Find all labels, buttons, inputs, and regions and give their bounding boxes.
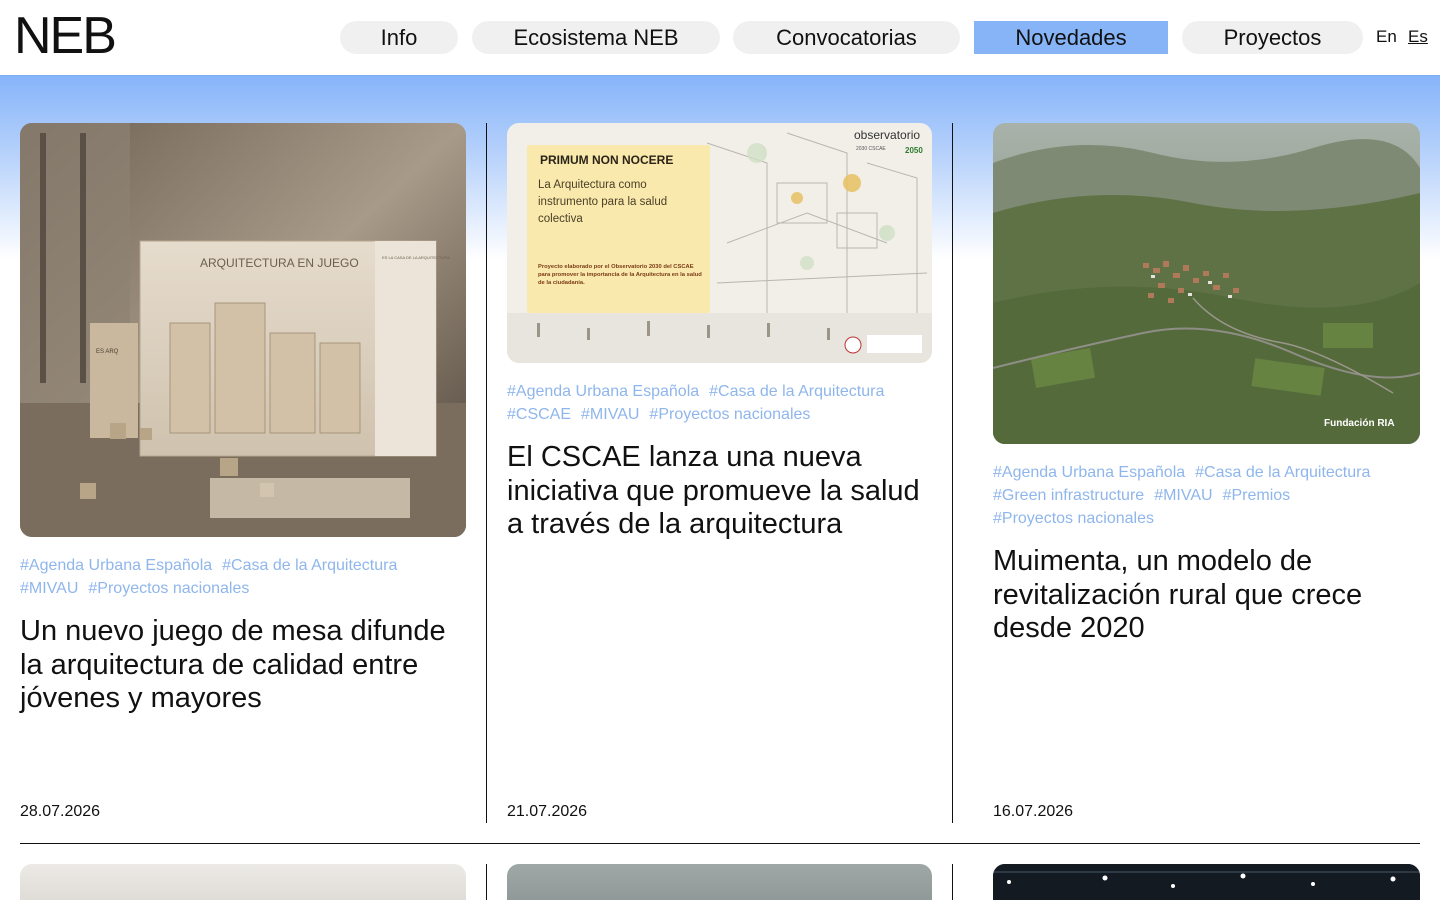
tag[interactable]: #Casa de la Arquitectura <box>709 380 884 403</box>
card-tags: #Agenda Urbana Española #Casa de la Arqui… <box>20 554 466 600</box>
site-header: NEB Info Ecosistema NEB Convocatorias No… <box>0 0 1440 75</box>
column-divider <box>952 864 953 900</box>
primum-poster: PRIMUM NON NOCERE La Arquitectura como i… <box>507 123 932 363</box>
tag[interactable]: #Green infrastructure <box>993 484 1144 507</box>
tag[interactable]: #MIVAU <box>581 403 639 426</box>
card-date: 21.07.2026 <box>507 803 588 820</box>
observatorio-logo: observatorio <box>854 128 920 142</box>
box-title-text: ARQUITECTURA EN JUEGO <box>200 256 359 270</box>
tag[interactable]: #Premios <box>1223 484 1291 507</box>
tag[interactable]: #Agenda Urbana Española <box>20 554 212 577</box>
column-divider <box>486 864 487 900</box>
poster-heading: PRIMUM NON NOCERE <box>540 153 673 167</box>
card-title[interactable]: Un nuevo juego de mesa difunde la arquit… <box>20 615 466 716</box>
nav-item-ecosistema[interactable]: Ecosistema NEB <box>472 21 720 54</box>
news-card[interactable]: Fundación RIA #Agenda Urbana Española #Ca… <box>993 123 1420 823</box>
neb-logo[interactable]: NEB <box>14 8 117 64</box>
lang-es[interactable]: Es <box>1408 26 1428 48</box>
aerial-village-photo: Fundación RIA <box>993 123 1420 444</box>
lang-en[interactable]: En <box>1376 26 1397 48</box>
column-divider <box>486 123 487 823</box>
nav-item-novedades[interactable]: Novedades <box>974 21 1168 54</box>
tag[interactable]: #MIVAU <box>1154 484 1212 507</box>
box-corner-text: ES LA CASA DE LA ARQUITECTURA <box>382 255 450 260</box>
nav-item-info[interactable]: Info <box>340 21 458 54</box>
tag[interactable]: #Proyectos nacionales <box>993 507 1154 530</box>
poster-subtitle: La Arquitectura como instrumento para la… <box>538 179 668 225</box>
card-image-muimenta[interactable]: Fundación RIA <box>993 123 1420 444</box>
tag[interactable]: #Proyectos nacionales <box>649 403 810 426</box>
tag[interactable]: #Casa de la Arquitectura <box>1195 461 1370 484</box>
nav-item-proyectos[interactable]: Proyectos <box>1182 21 1363 54</box>
news-card[interactable]: ARQUITECTURA EN JUEGO ES LA CASA DE LA A… <box>20 123 466 823</box>
card-image-board-game[interactable]: ARQUITECTURA EN JUEGO ES LA CASA DE LA A… <box>20 123 466 537</box>
tag[interactable]: #MIVAU <box>20 577 78 600</box>
card-date: 28.07.2026 <box>20 803 101 820</box>
tag[interactable]: #CSCAE <box>507 403 571 426</box>
card-title[interactable]: El CSCAE lanza una nueva iniciativa que … <box>507 441 932 542</box>
tag[interactable]: #Proyectos nacionales <box>88 577 249 600</box>
photo-credit: Fundación RIA <box>1324 418 1395 429</box>
board-game-photo: ARQUITECTURA EN JUEGO ES LA CASA DE LA A… <box>20 123 466 537</box>
nav-item-convocatorias[interactable]: Convocatorias <box>733 21 960 54</box>
small-box-text: ES ARQ <box>96 349 119 355</box>
observatorio-logo-num: 2050 <box>905 146 923 155</box>
tag[interactable]: #Agenda Urbana Española <box>993 461 1185 484</box>
card-image-next[interactable] <box>507 864 932 900</box>
card-image-next[interactable] <box>993 864 1420 900</box>
card-title[interactable]: Muimenta, un modelo de revitalización ru… <box>993 545 1420 646</box>
card-image-primum[interactable]: PRIMUM NON NOCERE La Arquitectura como i… <box>507 123 932 363</box>
row-divider <box>20 843 1420 844</box>
card-date: 16.07.2026 <box>993 803 1074 820</box>
poster-note: Proyecto elaborado por el Observatorio 2… <box>538 264 702 286</box>
card-tags: #Agenda Urbana Española #Casa de la Arqui… <box>507 380 932 426</box>
tag[interactable]: #Casa de la Arquitectura <box>222 554 397 577</box>
stage-lights-photo <box>993 864 1420 900</box>
news-card[interactable]: PRIMUM NON NOCERE La Arquitectura como i… <box>507 123 932 823</box>
tag[interactable]: #Agenda Urbana Española <box>507 380 699 403</box>
card-tags: #Agenda Urbana Española #Casa de la Arqui… <box>993 461 1420 530</box>
observatorio-logo-sub: 2030 CSCAE <box>856 146 886 152</box>
column-divider <box>952 123 953 823</box>
card-image-next[interactable] <box>20 864 466 900</box>
